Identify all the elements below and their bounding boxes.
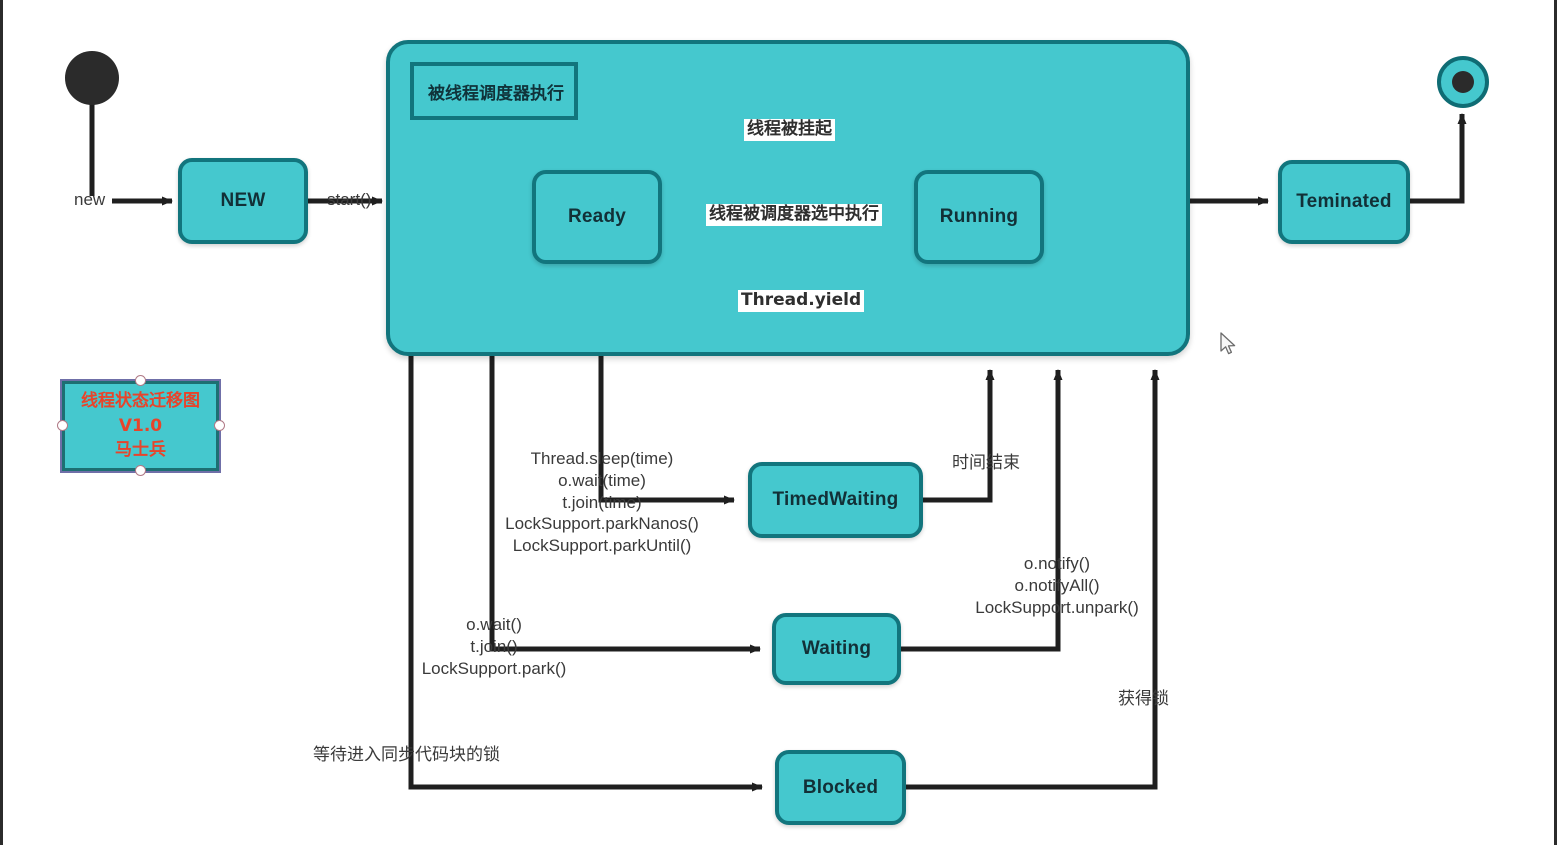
edge-label-to-blocked: 等待进入同步代码块的锁 bbox=[313, 745, 500, 764]
edge-label-to-timedwaiting: Thread.sleep(time) o.wait(time) t.join(t… bbox=[505, 449, 699, 555]
edge-label-to-waiting: o.wait() t.join() LockSupport.park() bbox=[421, 615, 567, 678]
state-node-terminated[interactable]: Teminated bbox=[1278, 160, 1410, 244]
state-label-running: Running bbox=[939, 206, 1019, 227]
mouse-pointer-icon bbox=[1220, 332, 1236, 355]
edge-label-start: start() bbox=[327, 190, 372, 209]
edge-label-notify: o.notify() o.notifyAll() LockSupport.unp… bbox=[975, 554, 1139, 617]
diagram-canvas: 被线程调度器执行 NEW Ready Running Teminated Tim… bbox=[0, 0, 1557, 845]
state-label-waiting: Waiting bbox=[801, 638, 872, 659]
edge-label-acquire-lock: 获得锁 bbox=[1118, 689, 1169, 708]
state-node-running[interactable]: Running bbox=[914, 170, 1044, 264]
state-label-new: NEW bbox=[220, 190, 266, 211]
selection-handle-top[interactable] bbox=[135, 375, 146, 386]
state-node-timedwaiting[interactable]: TimedWaiting bbox=[748, 462, 923, 538]
state-node-ready[interactable]: Ready bbox=[532, 170, 662, 264]
final-state-core bbox=[1452, 71, 1474, 93]
state-label-timedwaiting: TimedWaiting bbox=[772, 489, 899, 510]
edge-label-scheduled: 线程被调度器选中执行 bbox=[706, 204, 882, 226]
state-label-terminated: Teminated bbox=[1296, 191, 1392, 212]
selection-handle-right[interactable] bbox=[214, 420, 225, 431]
edge-label-suspended: 线程被挂起 bbox=[744, 119, 835, 141]
runnable-container-label-box: 被线程调度器执行 bbox=[410, 62, 578, 120]
state-label-blocked: Blocked bbox=[802, 776, 879, 798]
edge-label-time-elapsed: 时间结束 bbox=[952, 453, 1020, 472]
edge-label-new: new bbox=[74, 190, 106, 209]
selection-handle-left[interactable] bbox=[57, 420, 68, 431]
legend-note-line3: 马士兵 bbox=[115, 440, 166, 461]
runnable-container-label: 被线程调度器执行 bbox=[428, 83, 564, 104]
state-node-waiting[interactable]: Waiting bbox=[772, 613, 901, 685]
legend-note-line2: V1.0 bbox=[118, 415, 163, 436]
initial-state-node[interactable] bbox=[65, 51, 119, 105]
edge-label-yield: Thread.yield bbox=[738, 290, 865, 312]
wire-terminated-to-final bbox=[1410, 113, 1467, 204]
state-node-new[interactable]: NEW bbox=[178, 158, 308, 244]
selection-handle-bottom[interactable] bbox=[135, 465, 146, 476]
final-state-node[interactable] bbox=[1437, 56, 1489, 108]
wire-runnable-to-blocked bbox=[408, 356, 763, 792]
legend-note[interactable]: 线程状态迁移图 V1.0 马士兵 bbox=[60, 379, 221, 473]
state-node-blocked[interactable]: Blocked bbox=[775, 750, 906, 825]
state-label-ready: Ready bbox=[567, 206, 627, 227]
legend-note-line1: 线程状态迁移图 bbox=[81, 391, 200, 412]
wire-timedwaiting-to-runnable bbox=[923, 369, 995, 503]
